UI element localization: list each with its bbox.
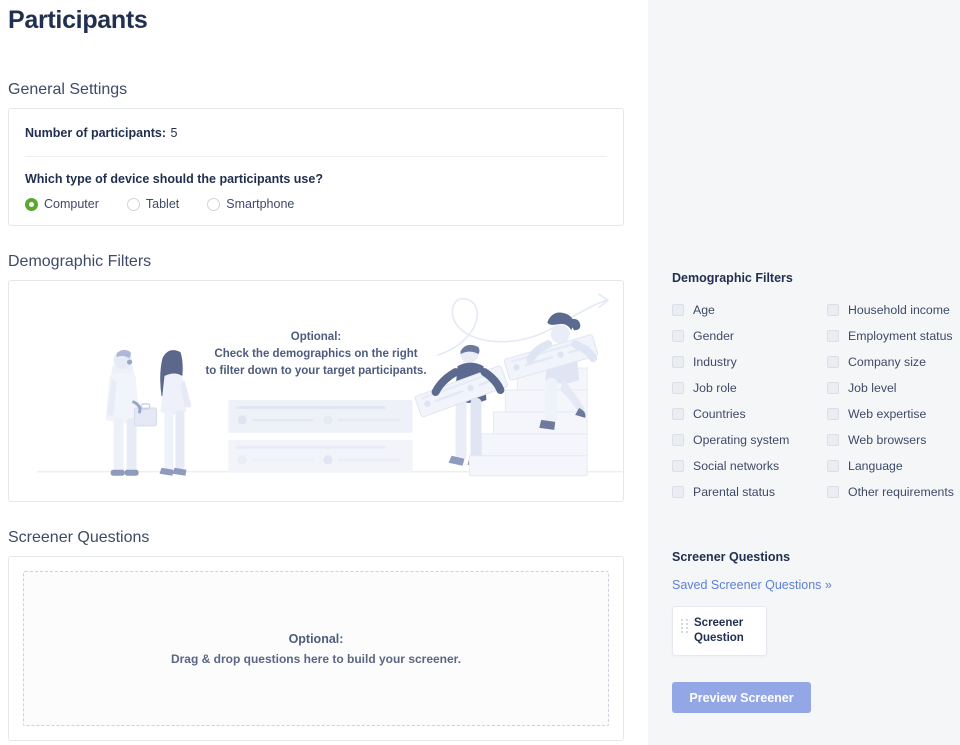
- participants-count-value: 5: [170, 126, 178, 140]
- device-type-radio-group: Computer Tablet Smartphone: [25, 197, 607, 211]
- checkbox-icon[interactable]: [672, 304, 684, 316]
- filter-item-gender[interactable]: Gender: [672, 323, 827, 349]
- checkbox-icon[interactable]: [672, 330, 684, 342]
- filter-label: Industry: [693, 355, 737, 369]
- dropzone-line-1: Optional:: [288, 631, 344, 646]
- filter-item-web-expertise[interactable]: Web expertise: [827, 401, 954, 427]
- radio-label-smartphone: Smartphone: [226, 197, 295, 211]
- filter-label: Employment status: [848, 329, 953, 343]
- screener-dropzone[interactable]: Optional: Drag & drop questions here to …: [23, 571, 609, 726]
- checkbox-icon[interactable]: [827, 460, 839, 472]
- filter-label: Web expertise: [848, 407, 927, 421]
- figure-person-standing: [159, 350, 192, 476]
- checkbox-icon[interactable]: [827, 382, 839, 394]
- checkbox-icon[interactable]: [672, 486, 684, 498]
- right-sidebar: Demographic Filters Age Household income…: [648, 0, 960, 745]
- filter-label: Gender: [693, 329, 735, 343]
- chip-label-line-2: Question: [694, 632, 744, 644]
- filter-label: Countries: [693, 407, 746, 421]
- filter-label: Social networks: [693, 459, 780, 473]
- preview-screener-button[interactable]: Preview Screener: [672, 682, 811, 713]
- screener-questions-card: Optional: Drag & drop questions here to …: [8, 556, 624, 741]
- chip-label: Screener Question: [694, 616, 744, 646]
- drag-handle-icon[interactable]: [681, 619, 688, 633]
- filter-label: Company size: [848, 355, 926, 369]
- checkbox-icon[interactable]: [827, 486, 839, 498]
- participants-count-row: Number of participants: 5: [25, 109, 607, 156]
- checkbox-icon[interactable]: [827, 356, 839, 368]
- filter-item-parental-status[interactable]: Parental status: [672, 479, 827, 505]
- filter-item-employment-status[interactable]: Employment status: [827, 323, 954, 349]
- chip-label-line-1: Screener: [694, 617, 744, 629]
- filter-item-household-income[interactable]: Household income: [827, 297, 954, 323]
- filter-label: Other requirements: [848, 485, 954, 499]
- device-type-question: Which type of device should the particip…: [25, 172, 323, 186]
- radio-label-computer: Computer: [44, 197, 99, 211]
- radio-icon-selected: [25, 197, 38, 211]
- checkbox-icon[interactable]: [672, 460, 684, 472]
- filter-item-social-networks[interactable]: Social networks: [672, 453, 827, 479]
- placeholder-cards: [228, 399, 413, 473]
- checkbox-icon[interactable]: [672, 356, 684, 368]
- radio-option-computer[interactable]: Computer: [25, 197, 99, 211]
- page-title: Participants: [8, 6, 148, 34]
- filter-item-job-role[interactable]: Job role: [672, 375, 827, 401]
- filter-label: Parental status: [693, 485, 776, 499]
- filter-item-industry[interactable]: Industry: [672, 349, 827, 375]
- filter-label: Household income: [848, 303, 950, 317]
- filter-item-job-level[interactable]: Job level: [827, 375, 954, 401]
- filter-label: Job role: [693, 381, 737, 395]
- filter-label: Job level: [848, 381, 897, 395]
- section-heading-general-settings: General Settings: [8, 81, 128, 98]
- checkbox-icon[interactable]: [827, 304, 839, 316]
- checkbox-icon[interactable]: [672, 434, 684, 446]
- device-type-row: Which type of device should the particip…: [25, 156, 607, 225]
- radio-icon-unselected: [207, 197, 221, 211]
- radio-label-tablet: Tablet: [145, 197, 180, 211]
- participants-page: Participants General Settings Number of …: [0, 0, 960, 745]
- general-settings-card: Number of participants: 5 Which type of …: [8, 108, 624, 226]
- radio-option-tablet[interactable]: Tablet: [126, 197, 180, 211]
- main-content: Participants General Settings Number of …: [0, 0, 648, 745]
- filter-item-web-browsers[interactable]: Web browsers: [827, 427, 954, 453]
- filter-item-operating-system[interactable]: Operating system: [672, 427, 827, 453]
- filter-label: Operating system: [693, 433, 790, 447]
- participants-count-label: Number of participants:: [25, 126, 166, 140]
- checkbox-icon[interactable]: [827, 330, 839, 342]
- figure-person-briefcase: [105, 349, 158, 476]
- filter-item-age[interactable]: Age: [672, 297, 827, 323]
- filter-label: Age: [693, 303, 715, 317]
- dropzone-line-2: Drag & drop questions here to build your…: [170, 651, 462, 666]
- checkbox-icon[interactable]: [672, 408, 684, 420]
- people-illustration: [36, 293, 623, 477]
- saved-screener-questions-link[interactable]: Saved Screener Questions »: [672, 578, 832, 592]
- checkbox-icon[interactable]: [672, 382, 684, 394]
- checkbox-icon[interactable]: [827, 408, 839, 420]
- sidebar-heading-screener-questions: Screener Questions: [672, 550, 791, 564]
- filter-item-company-size[interactable]: Company size: [827, 349, 954, 375]
- filter-item-countries[interactable]: Countries: [672, 401, 827, 427]
- demographic-filters-checkbox-grid: Age Household income Gender Employment s…: [672, 297, 954, 505]
- checkbox-icon[interactable]: [827, 434, 839, 446]
- sidebar-screener-section: Screener Questions Saved Screener Questi…: [672, 550, 948, 713]
- section-heading-screener-questions: Screener Questions: [8, 529, 150, 546]
- filter-item-other-requirements[interactable]: Other requirements: [827, 479, 954, 505]
- filter-label: Web browsers: [848, 433, 927, 447]
- screener-question-draggable-chip[interactable]: Screener Question: [672, 606, 767, 656]
- section-heading-demographic-filters: Demographic Filters: [8, 253, 152, 270]
- filter-label: Language: [848, 459, 903, 473]
- radio-option-smartphone[interactable]: Smartphone: [207, 197, 294, 211]
- sidebar-heading-demographic-filters: Demographic Filters: [672, 271, 793, 285]
- filter-item-language[interactable]: Language: [827, 453, 954, 479]
- radio-icon-unselected: [126, 197, 140, 211]
- demographic-filters-illustration-card: Optional: Check the demographics on the …: [8, 280, 624, 502]
